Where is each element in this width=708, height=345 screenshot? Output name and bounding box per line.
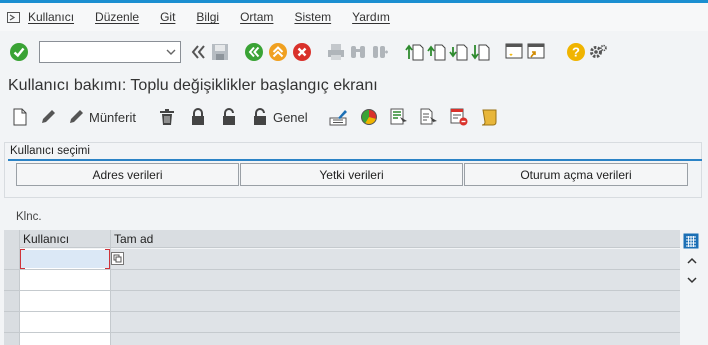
- genel-button[interactable]: Genel: [273, 110, 308, 125]
- focus-corner: [20, 268, 25, 269]
- next-page-icon[interactable]: [447, 41, 469, 63]
- munferit-button[interactable]: Münferit: [89, 110, 136, 125]
- column-header-tam-ad[interactable]: Tam ad: [110, 230, 680, 248]
- menu-item-duzenle[interactable]: Düzenle: [95, 10, 139, 24]
- lock-icon[interactable]: [187, 106, 209, 128]
- row-divider: [4, 290, 680, 291]
- address-data-button[interactable]: Adres verileri: [16, 163, 239, 186]
- focus-corner: [105, 249, 110, 250]
- genel-unlock-icon[interactable]: [249, 106, 271, 128]
- ok-check-icon[interactable]: [8, 41, 30, 63]
- column-header-kullanici[interactable]: Kullanıcı: [20, 230, 110, 248]
- row-divider: [4, 332, 680, 333]
- list-select-icon[interactable]: [388, 106, 410, 128]
- focus-corner: [105, 268, 110, 269]
- new-document-icon[interactable]: [9, 106, 31, 128]
- role-pie-icon[interactable]: [358, 106, 380, 128]
- collapse-double-left-icon[interactable]: [187, 41, 209, 63]
- settings-gear-icon[interactable]: [587, 41, 609, 63]
- document-select-icon[interactable]: [418, 106, 440, 128]
- svg-text:?: ?: [572, 45, 580, 60]
- create-session-icon[interactable]: [503, 41, 525, 63]
- remove-entry-icon[interactable]: [448, 106, 470, 128]
- save-icon[interactable]: [209, 41, 231, 63]
- scroll-icon[interactable]: [478, 106, 500, 128]
- menu-item-bilgi[interactable]: Bilgi: [196, 10, 219, 24]
- help-icon[interactable]: ?: [565, 41, 587, 63]
- table-scroll-column: [680, 230, 704, 345]
- print-icon[interactable]: [325, 41, 347, 63]
- menu-item-yardim[interactable]: Yardım: [352, 10, 390, 24]
- group-title-underline: [8, 159, 702, 161]
- user-input-cell[interactable]: [20, 250, 110, 268]
- user-selection-group: Kullanıcı seçimi Adres verileri Yetki ve…: [4, 142, 702, 198]
- menu-item-ortam[interactable]: Ortam: [240, 10, 273, 24]
- user-table: Kullanıcı Tam ad: [4, 228, 704, 345]
- unlock-icon[interactable]: [218, 106, 240, 128]
- row-divider: [4, 311, 680, 312]
- system-toolbar: ?: [0, 37, 708, 67]
- last-page-icon[interactable]: [469, 41, 491, 63]
- mass-edit-icon[interactable]: [328, 106, 350, 128]
- first-page-icon[interactable]: [403, 41, 425, 63]
- chevron-down-icon[interactable]: [165, 45, 177, 62]
- table-label: Klnc.: [16, 211, 42, 223]
- exit-icon[interactable]: [267, 41, 289, 63]
- column-divider: [110, 230, 111, 345]
- group-title: Kullanıcı seçimi: [10, 145, 90, 157]
- command-field[interactable]: [39, 41, 181, 63]
- menu-item-git[interactable]: Git: [160, 10, 175, 24]
- value-help-icon[interactable]: [111, 252, 124, 268]
- menu-item-kullanici[interactable]: Kullanıcı: [28, 10, 74, 24]
- munferit-pencil-icon[interactable]: [65, 106, 87, 128]
- page-title: Kullanıcı bakımı: Toplu değişiklikler ba…: [8, 77, 378, 94]
- application-toolbar: Münferit Genel: [0, 104, 708, 130]
- edit-pencil-icon[interactable]: [37, 106, 59, 128]
- cancel-icon[interactable]: [291, 41, 313, 63]
- row-divider: [4, 269, 680, 270]
- row-selector-column[interactable]: [4, 230, 20, 345]
- menu-arrow-icon[interactable]: [6, 11, 20, 23]
- focus-corner: [20, 249, 25, 250]
- logon-data-button[interactable]: Oturum açma verileri: [464, 163, 688, 186]
- table-settings-icon[interactable]: [683, 233, 699, 252]
- delete-trash-icon[interactable]: [156, 106, 178, 128]
- menu-bar: Kullanıcı Düzenle Git Bilgi Ortam Sistem…: [0, 3, 708, 31]
- authorization-data-button[interactable]: Yetki verileri: [240, 163, 463, 186]
- find-next-icon[interactable]: [369, 41, 391, 63]
- scroll-down-icon[interactable]: [686, 274, 698, 288]
- scroll-up-icon[interactable]: [686, 255, 698, 269]
- previous-page-icon[interactable]: [425, 41, 447, 63]
- shortcut-icon[interactable]: [525, 41, 547, 63]
- find-icon[interactable]: [347, 41, 369, 63]
- command-input[interactable]: [40, 42, 160, 62]
- back-icon[interactable]: [243, 41, 265, 63]
- menu-item-sistem[interactable]: Sistem: [294, 10, 331, 24]
- tam-ad-column-cells: [110, 249, 680, 345]
